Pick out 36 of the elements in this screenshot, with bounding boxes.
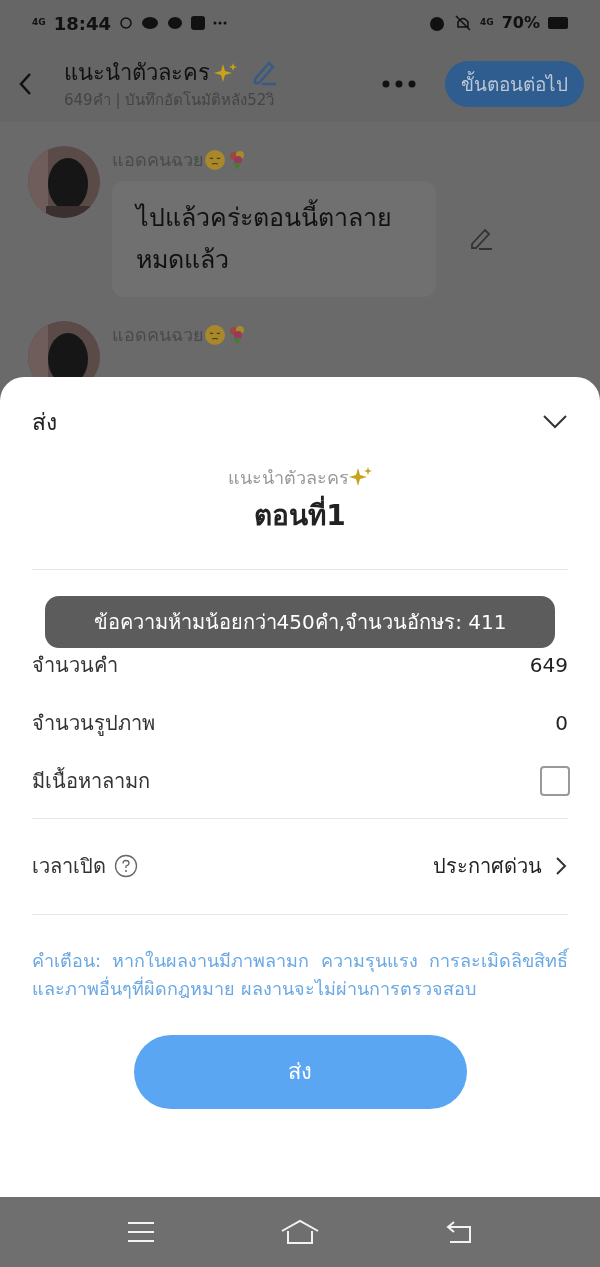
sheet-title: ส่ง (32, 408, 57, 437)
sad-face-icon (204, 148, 226, 171)
battery-icon (548, 17, 568, 29)
row-value: 649 (529, 651, 568, 679)
help-icon[interactable] (114, 854, 138, 878)
edit-icon[interactable] (468, 226, 494, 252)
back-icon[interactable] (444, 1220, 474, 1244)
publish-time-value: ประกาศด่วน (433, 853, 542, 880)
home-icon[interactable] (280, 1219, 320, 1245)
row-label: มีเนื้อหาลามก (32, 766, 150, 795)
row-value: 0 (555, 709, 568, 737)
collapse-chevron-icon[interactable] (542, 414, 568, 431)
more-icon[interactable] (381, 79, 417, 89)
battery-percent: 70% (501, 12, 540, 34)
work-title: แนะนำตัวละคร (227, 465, 349, 490)
row-label: จำนวนรูปภาพ (32, 709, 155, 738)
publish-time-selector[interactable]: ประกาศด่วน (433, 851, 568, 881)
menu-icon[interactable] (126, 1220, 156, 1244)
muted-bell-icon (454, 14, 473, 32)
network-label: 4G (480, 16, 494, 30)
warning-text: คำเตือน: หากในผลงานมีภาพลามก ความรุนแรง การละเมิดลิขสิทธิ์และภาพอื่นๆที่ผิดกฎหมาย ผลงานจะไม่ผ่านการตรวจสอบ (32, 913, 568, 1003)
chapter-name: ตอนที่1 (254, 494, 346, 537)
sad-face-icon (204, 323, 226, 346)
toast: ข้อความห้ามน้อยกว่า450คำ,จำนวนอักษร: 411 (45, 596, 555, 648)
message-bubble: ไปแล้วคร่ะตอนนี้ตาลายหมดแล้ว (112, 181, 436, 297)
checkbox[interactable] (540, 765, 570, 796)
clock: 18:44 (53, 11, 111, 36)
submit-button[interactable]: ส่ง (133, 1034, 467, 1109)
network-label: 4G (32, 16, 46, 30)
next-step-button[interactable]: ขั้นตอนต่อไป (445, 61, 584, 107)
hotspot-icon (118, 16, 133, 30)
publish-time-label: เวลาเปิด (32, 853, 106, 880)
chevron-right-icon (554, 855, 568, 877)
chapter-title: แนะนำตัวละคร (64, 59, 210, 88)
row-label: จำนวนคำ (32, 651, 118, 679)
more-notifications-icon (212, 21, 227, 25)
